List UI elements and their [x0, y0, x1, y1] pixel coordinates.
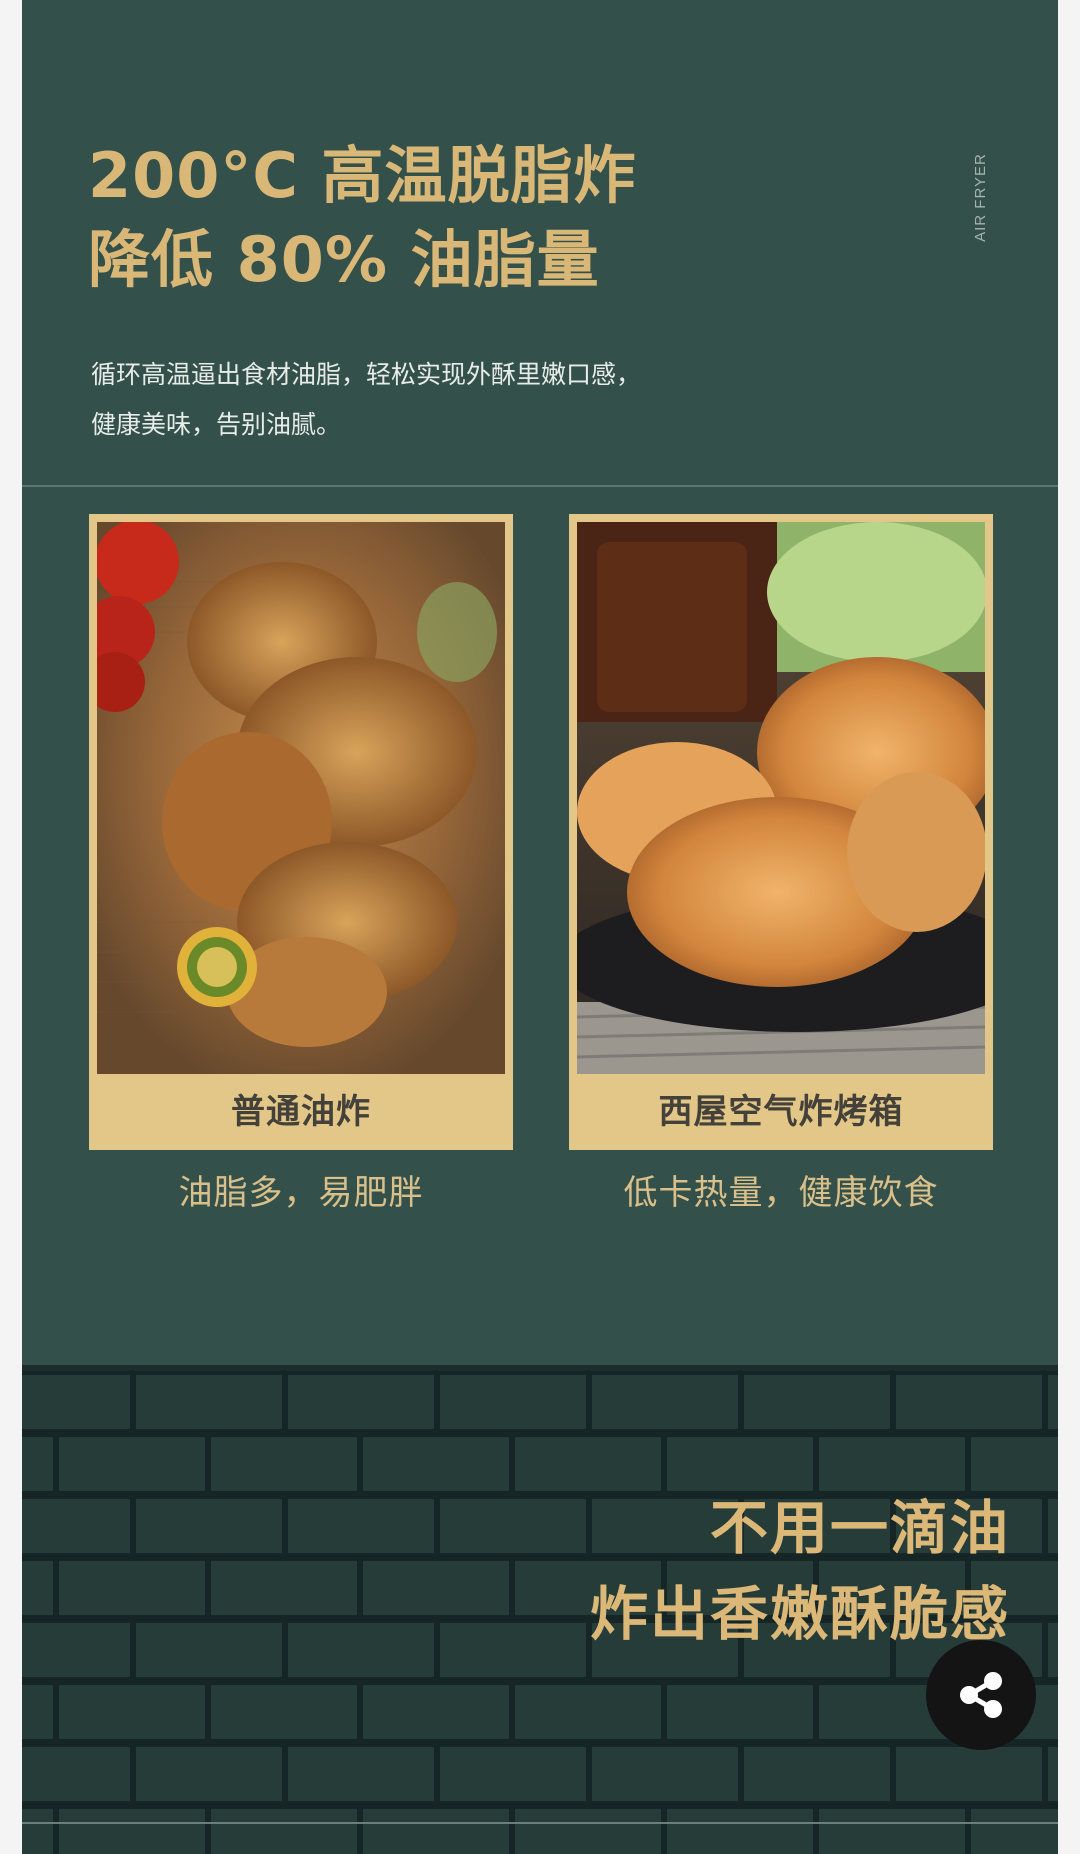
slogan-line-1: 不用一滴油 [709, 1494, 1010, 1562]
comparison-label-traditional: 普通油炸 [231, 1091, 371, 1132]
headline: 200°C 高温脱脂炸 降低 80% 油脂量 [88, 134, 637, 302]
comparison-caption-air-fryer: 低卡热量，健康饮食 [623, 1173, 939, 1213]
comparison-caption-traditional: 油脂多，易肥胖 [178, 1173, 424, 1213]
share-icon [960, 1672, 1002, 1718]
air-fryer-tag: AIR FRYER [970, 145, 990, 250]
slogan-line-2: 炸出香嫩酥脆感 [589, 1580, 1010, 1648]
headline-line-1: 200°C 高温脱脂炸 [88, 139, 637, 212]
headline-line-2: 降低 80% 油脂量 [88, 223, 600, 296]
comparison-card-air-fryer: 西屋空气炸烤箱 [569, 514, 993, 1150]
feature-description: 循环高温逼出食材油脂，轻松实现外酥里嫩口感， 健康美味，告别油腻。 [91, 350, 811, 450]
fried-chicken-photo [97, 522, 505, 1074]
description-line-1: 循环高温逼出食材油脂，轻松实现外酥里嫩口感， [91, 360, 642, 389]
comparison-label-air-fryer: 西屋空气炸烤箱 [658, 1091, 904, 1132]
product-detail-page: 200°C 高温脱脂炸 降低 80% 油脂量 AIR FRYER 循环高温逼出食… [0, 0, 1080, 1854]
comparison-card-traditional: 普通油炸 [89, 514, 513, 1150]
description-line-2: 健康美味，告别油腻。 [91, 410, 342, 439]
section-divider [22, 485, 1058, 487]
slogan: 不用一滴油 炸出香嫩酥脆感 [590, 1485, 1010, 1657]
share-button[interactable] [926, 1640, 1036, 1750]
air-fried-chicken-photo [577, 522, 985, 1074]
air-fryer-tag-text: AIR FRYER [971, 153, 989, 242]
bottom-divider [22, 1822, 1058, 1824]
